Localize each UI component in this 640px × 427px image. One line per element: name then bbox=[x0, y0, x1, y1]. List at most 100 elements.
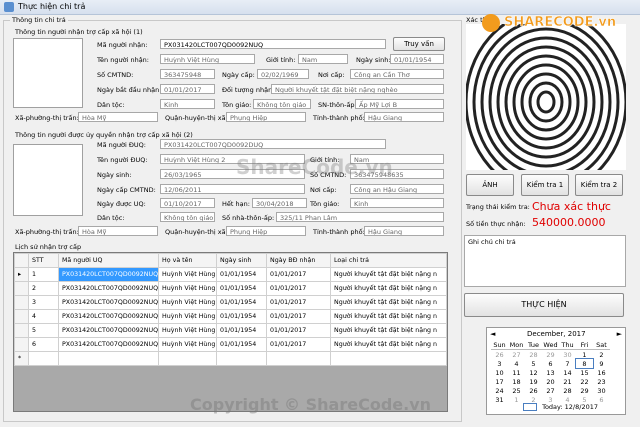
recipient-gender-select[interactable]: Nam bbox=[298, 54, 348, 64]
table-cell[interactable]: 01/01/2017 bbox=[266, 281, 331, 296]
table-cell[interactable]: Người khuyết tật đặt biệt nặng n bbox=[330, 295, 447, 310]
table-row[interactable]: 2 PX031420LCT007QD0092NUQ Huỳnh Việt Hùng 0… bbox=[14, 281, 447, 296]
calendar-day[interactable]: 7 bbox=[559, 359, 576, 368]
table-cell[interactable]: 2 bbox=[28, 281, 59, 296]
photo-button[interactable]: ẢNH bbox=[466, 174, 514, 196]
row-header[interactable] bbox=[14, 295, 29, 310]
calendar-day[interactable]: 30 bbox=[593, 386, 610, 395]
table-cell[interactable]: 01/01/2017 bbox=[266, 309, 331, 324]
table-row[interactable]: 4 PX031420LCT007QD0092NUQ Huỳnh Việt Hùng 0… bbox=[14, 309, 447, 324]
recipient-id-input[interactable]: 363475948 bbox=[160, 69, 215, 79]
calendar-day[interactable]: 27 bbox=[542, 386, 559, 395]
calendar-day[interactable]: 29 bbox=[542, 350, 559, 360]
row-header[interactable] bbox=[14, 309, 29, 324]
table-cell[interactable] bbox=[28, 351, 59, 366]
table-cell[interactable] bbox=[216, 351, 267, 366]
prev-month-button[interactable]: ◄ bbox=[490, 330, 495, 338]
authorized-province-input[interactable]: Hậu Giang bbox=[364, 226, 444, 236]
calendar-day[interactable]: 11 bbox=[508, 368, 525, 377]
calendar-day[interactable]: 21 bbox=[559, 377, 576, 386]
column-header[interactable]: Mã người UQ bbox=[58, 253, 159, 268]
recipient-dob-input[interactable]: 01/01/1954 bbox=[390, 54, 444, 64]
column-header[interactable]: STT bbox=[28, 253, 59, 268]
execute-button[interactable]: THỰC HIỆN bbox=[464, 293, 624, 317]
calendar-day[interactable]: 27 bbox=[508, 350, 525, 360]
calendar-day[interactable]: 14 bbox=[559, 368, 576, 377]
authorized-house-input[interactable]: 325/11 Phan Lâm bbox=[276, 212, 444, 222]
note-textarea[interactable]: Ghi chú chi trả bbox=[464, 235, 626, 287]
table-cell[interactable]: PX031420LCT007QD0092NUQ bbox=[58, 323, 159, 338]
table-cell[interactable] bbox=[266, 351, 331, 366]
calendar-day[interactable]: 28 bbox=[559, 386, 576, 395]
authorized-expire-input[interactable]: 30/04/2018 bbox=[252, 198, 307, 208]
recipient-name-input[interactable]: Huỳnh Việt Hùng bbox=[160, 54, 255, 64]
table-cell[interactable]: Huỳnh Việt Hùng bbox=[158, 309, 217, 324]
calendar-day[interactable]: 8 bbox=[575, 358, 594, 369]
table-cell[interactable]: PX031420LCT007QD0092NUQ bbox=[58, 337, 159, 352]
recipient-start-input[interactable]: 01/01/2017 bbox=[160, 84, 215, 94]
check1-button[interactable]: Kiểm tra 1 bbox=[521, 174, 569, 196]
calendar-day[interactable]: 1 bbox=[576, 350, 593, 360]
table-cell[interactable] bbox=[158, 351, 217, 366]
table-cell[interactable]: Người khuyết tật đặt biệt nặng n bbox=[330, 281, 447, 296]
table-cell[interactable]: 01/01/2017 bbox=[266, 323, 331, 338]
recipient-ward-input[interactable]: Hòa Mỹ bbox=[78, 112, 158, 122]
table-cell[interactable]: 6 bbox=[28, 337, 59, 352]
calendar-today[interactable]: Today: 12/8/2017 bbox=[523, 403, 598, 411]
calendar-day[interactable]: 3 bbox=[491, 359, 508, 368]
calendar-day[interactable]: 20 bbox=[542, 377, 559, 386]
calendar-day[interactable]: 28 bbox=[525, 350, 542, 360]
table-cell[interactable]: Huỳnh Việt Hùng bbox=[158, 281, 217, 296]
row-header[interactable] bbox=[14, 281, 29, 296]
table-cell[interactable]: 01/01/1954 bbox=[216, 309, 267, 324]
calendar-day[interactable]: 25 bbox=[508, 386, 525, 395]
new-row[interactable]: * bbox=[14, 351, 447, 366]
calendar-day[interactable]: 17 bbox=[491, 377, 508, 386]
table-cell[interactable]: PX031420LCT007QD0092NUQ bbox=[58, 281, 159, 296]
table-row[interactable]: ▸ 1 PX031420LCT007QD0092NUQ Huỳnh Việt Hùng… bbox=[14, 267, 447, 282]
table-cell[interactable]: Huỳnh Việt Hùng bbox=[158, 267, 217, 282]
table-cell[interactable]: Người khuyết tật đặt biệt nặng n bbox=[330, 337, 447, 352]
calendar-day[interactable]: 26 bbox=[491, 350, 508, 360]
table-cell[interactable]: 01/01/2017 bbox=[266, 337, 331, 352]
recipient-ethnic-input[interactable]: Kinh bbox=[160, 99, 215, 109]
recipient-code-input[interactable]: PX031420LCT007QD0092NUQ bbox=[160, 39, 386, 49]
column-header[interactable]: Loại chi trả bbox=[330, 253, 447, 268]
calendar-day[interactable]: 31 bbox=[491, 395, 508, 404]
authorized-issue-date-input[interactable]: 12/06/2011 bbox=[160, 184, 305, 194]
calendar-day[interactable]: 16 bbox=[593, 368, 610, 377]
lookup-button[interactable]: Truy vấn bbox=[393, 37, 445, 51]
table-cell[interactable]: 4 bbox=[28, 309, 59, 324]
calendar-day[interactable]: 13 bbox=[542, 368, 559, 377]
recipient-object-input[interactable]: Người khuyết tật đặt biệt nặng nghèo bbox=[271, 84, 444, 94]
recipient-district-input[interactable]: Phụng Hiệp bbox=[226, 112, 306, 122]
table-cell[interactable]: 01/01/1954 bbox=[216, 323, 267, 338]
calendar-day[interactable]: 30 bbox=[559, 350, 576, 360]
calendar-day[interactable]: 29 bbox=[576, 386, 593, 395]
column-header[interactable]: Ngày BĐ nhận bbox=[266, 253, 331, 268]
recipient-issue-date-input[interactable]: 02/02/1969 bbox=[257, 69, 309, 79]
table-cell[interactable]: 01/01/2017 bbox=[266, 267, 331, 282]
column-header[interactable]: Họ và tên bbox=[158, 253, 217, 268]
table-cell[interactable]: 5 bbox=[28, 323, 59, 338]
authorized-auth-date-input[interactable]: 01/10/2017 bbox=[160, 198, 215, 208]
table-row[interactable]: 6 PX031420LCT007QD0092NUQ Huỳnh Việt Hùng 0… bbox=[14, 337, 447, 352]
table-cell[interactable]: Huỳnh Việt Hùng bbox=[158, 337, 217, 352]
table-cell[interactable]: Huỳnh Việt Hùng bbox=[158, 323, 217, 338]
recipient-hamlet-input[interactable]: Ấp Mỹ Lợi B bbox=[355, 99, 444, 109]
table-cell[interactable]: 01/01/1954 bbox=[216, 337, 267, 352]
table-cell[interactable]: 3 bbox=[28, 295, 59, 310]
table-cell[interactable]: 01/01/1954 bbox=[216, 281, 267, 296]
recipient-religion-input[interactable]: Không tôn giáo bbox=[253, 99, 311, 109]
column-header[interactable]: Ngày sinh bbox=[216, 253, 267, 268]
table-cell[interactable]: PX031420LCT007QD0092NUQ bbox=[58, 295, 159, 310]
check2-button[interactable]: Kiểm tra 2 bbox=[575, 174, 623, 196]
next-month-button[interactable]: ► bbox=[617, 330, 622, 338]
calendar-day[interactable]: 24 bbox=[491, 386, 508, 395]
recipient-province-input[interactable]: Hậu Giang bbox=[364, 112, 444, 122]
table-cell[interactable] bbox=[58, 351, 159, 366]
calendar-day[interactable]: 23 bbox=[593, 377, 610, 386]
calendar-day[interactable]: 9 bbox=[593, 359, 610, 368]
calendar-day[interactable]: 4 bbox=[508, 359, 525, 368]
table-cell[interactable] bbox=[330, 351, 447, 366]
